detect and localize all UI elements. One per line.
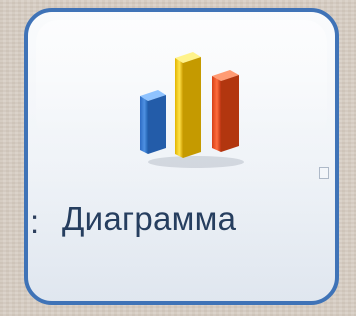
red-bar: [212, 70, 239, 152]
chart-button-label[interactable]: Диаграмма: [62, 199, 236, 239]
partial-label-prefix: :: [30, 203, 40, 240]
chart-ribbon-button[interactable]: : Диаграмма: [24, 8, 339, 305]
button-label-row: : Диаграмма: [28, 197, 335, 257]
yellow-bar: [175, 52, 201, 158]
blue-bar: [140, 90, 166, 154]
chart-icon: [140, 52, 244, 168]
dropdown-marker: [319, 167, 329, 179]
